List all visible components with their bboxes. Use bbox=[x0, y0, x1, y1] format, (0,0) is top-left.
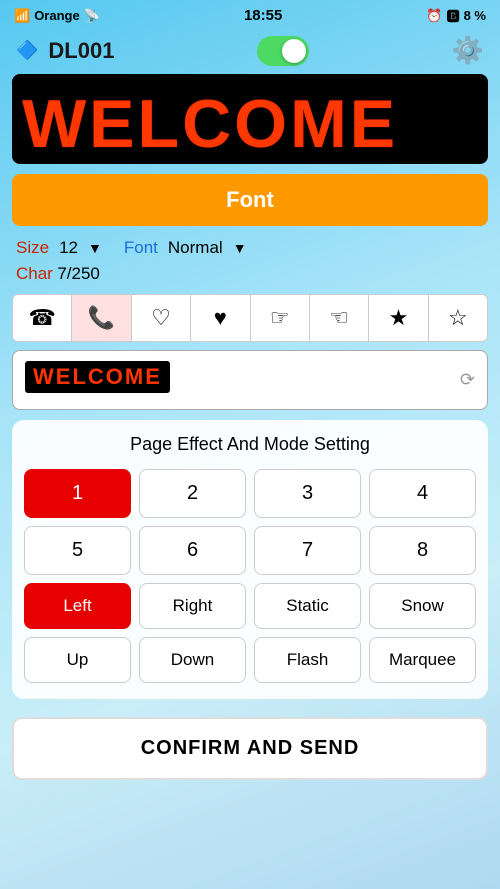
led-canvas: WELCOME bbox=[12, 75, 488, 163]
emoji-cell-6[interactable]: ★ bbox=[369, 295, 428, 341]
effect-btn-3[interactable]: 3 bbox=[254, 469, 361, 518]
effect-grid: 1234 5678 LeftRightStaticSnow UpDownFlashMa… bbox=[24, 469, 476, 683]
font-label: Font bbox=[124, 238, 158, 258]
effect-btn-marquee[interactable]: Marquee bbox=[369, 637, 476, 683]
status-time: 18:55 bbox=[244, 7, 282, 24]
settings-icon[interactable]: ⚙️ bbox=[452, 35, 484, 66]
effect-btn-7[interactable]: 7 bbox=[254, 526, 361, 575]
effect-btn-down[interactable]: Down bbox=[139, 637, 246, 683]
effect-btn-snow[interactable]: Snow bbox=[369, 583, 476, 629]
status-left: 📶 Orange 📡 bbox=[14, 8, 100, 24]
bluetooth-device-icon: 🔷 bbox=[16, 40, 38, 61]
effect-btn-left[interactable]: Left bbox=[24, 583, 131, 629]
toggle-knob bbox=[282, 39, 306, 63]
effect-btn-5[interactable]: 5 bbox=[24, 526, 131, 575]
effect-title: Page Effect And Mode Setting bbox=[24, 434, 476, 455]
emoji-cell-1[interactable]: 📞 bbox=[72, 295, 131, 341]
device-toggle[interactable] bbox=[257, 36, 309, 66]
effect-btn-8[interactable]: 8 bbox=[369, 526, 476, 575]
effect-panel: Page Effect And Mode Setting 1234 5678 Lef… bbox=[12, 420, 488, 699]
font-dropdown[interactable]: ▼ bbox=[233, 240, 247, 256]
char-value: 7/250 bbox=[57, 264, 100, 283]
size-value: 12 bbox=[59, 238, 78, 258]
size-dropdown[interactable]: ▼ bbox=[88, 240, 102, 256]
refresh-icon[interactable]: ⟳ bbox=[460, 370, 475, 391]
wifi-icon: 📡 bbox=[84, 8, 100, 24]
effect-btn-2[interactable]: 2 bbox=[139, 469, 246, 518]
emoji-cell-5[interactable]: ☜ bbox=[310, 295, 369, 341]
alarm-icon: ⏰ bbox=[426, 8, 442, 24]
text-input-value: WELCOME bbox=[25, 361, 170, 393]
carrier-name: Orange bbox=[34, 8, 80, 23]
bluetooth-icon-status: 🅱 bbox=[447, 6, 460, 25]
status-right: ⏰ 🅱 8 % bbox=[426, 6, 486, 25]
effect-btn-1[interactable]: 1 bbox=[24, 469, 131, 518]
effect-btn-flash[interactable]: Flash bbox=[254, 637, 361, 683]
size-font-row: Size 12 ▼ Font Normal ▼ bbox=[0, 234, 500, 262]
status-bar: 📶 Orange 📡 18:55 ⏰ 🅱 8 % bbox=[0, 0, 500, 29]
emoji-cell-3[interactable]: ♥ bbox=[191, 295, 250, 341]
emoji-cell-2[interactable]: ♡ bbox=[132, 295, 191, 341]
svg-text:WELCOME: WELCOME bbox=[22, 86, 398, 162]
char-row: Char 7/250 bbox=[0, 262, 500, 290]
size-label: Size bbox=[16, 238, 49, 258]
char-label: Char bbox=[16, 264, 53, 283]
font-value: Normal bbox=[168, 238, 223, 258]
battery-text: 8 % bbox=[464, 8, 486, 23]
device-name: DL001 bbox=[48, 38, 114, 64]
confirm-send-button[interactable]: CONFIRM AND SEND bbox=[12, 717, 488, 780]
effect-btn-static[interactable]: Static bbox=[254, 583, 361, 629]
led-display: WELCOME bbox=[12, 74, 488, 164]
top-bar: 🔷 DL001 ⚙️ bbox=[0, 29, 500, 74]
top-bar-left: 🔷 DL001 bbox=[16, 38, 114, 64]
effect-btn-4[interactable]: 4 bbox=[369, 469, 476, 518]
effect-btn-right[interactable]: Right bbox=[139, 583, 246, 629]
font-button[interactable]: Font bbox=[12, 174, 488, 226]
emoji-row: ☎📞♡♥☞☜★☆ bbox=[12, 294, 488, 342]
effect-btn-6[interactable]: 6 bbox=[139, 526, 246, 575]
text-input-wrap[interactable]: WELCOME ⟳ bbox=[12, 350, 488, 410]
carrier-icon: 📶 bbox=[14, 8, 30, 24]
emoji-cell-0[interactable]: ☎ bbox=[13, 295, 72, 341]
effect-btn-up[interactable]: Up bbox=[24, 637, 131, 683]
emoji-cell-7[interactable]: ☆ bbox=[429, 295, 487, 341]
emoji-cell-4[interactable]: ☞ bbox=[251, 295, 310, 341]
